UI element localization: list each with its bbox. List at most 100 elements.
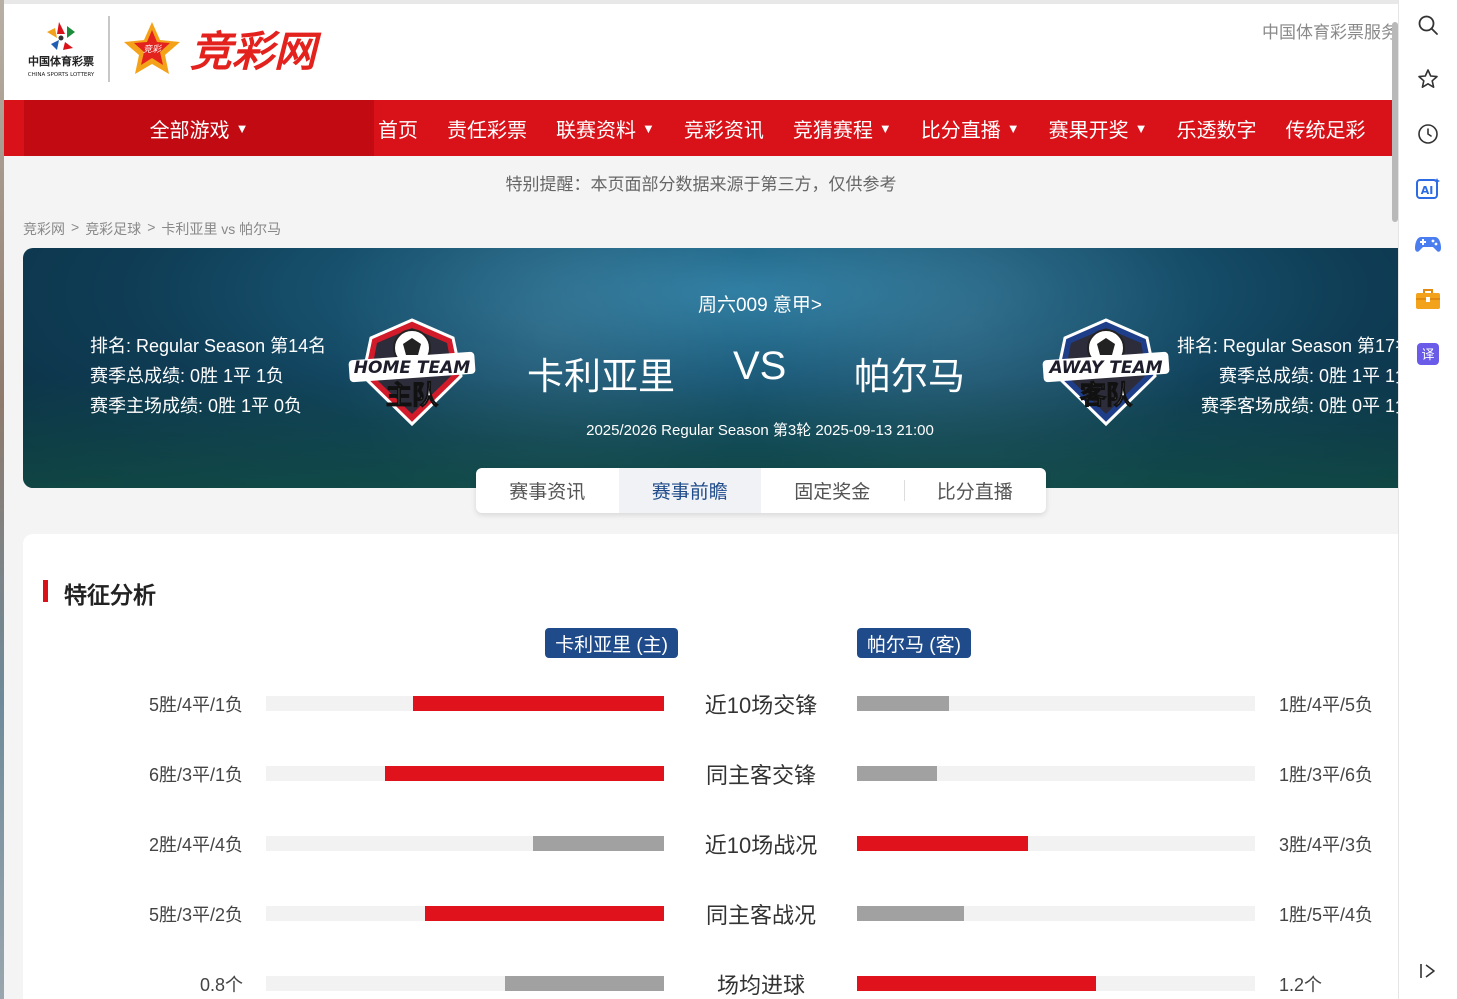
home-season-record: 赛季总成绩: 0胜 1平 1负 xyxy=(90,366,285,386)
away-venue-record: 赛季客场成绩: 0胜 0平 1负 xyxy=(1200,396,1398,416)
home-team-tag: 卡利亚里 (主) xyxy=(545,628,678,658)
home-venue-record: 赛季主场成绩: 0胜 1平 0负 xyxy=(90,396,303,416)
away-season-record: 赛季总成绩: 0胜 1平 1负 xyxy=(1218,366,1398,386)
away-stat-value: 1胜/3平/6负 xyxy=(1279,765,1374,785)
home-team-name[interactable]: 卡利亚里 xyxy=(527,346,675,400)
away-team-tag: 帕尔马 (客) xyxy=(857,628,971,658)
gamepad-icon[interactable] xyxy=(1413,229,1443,259)
breadcrumb-current: 卡利亚里 vs 帕尔马 xyxy=(161,221,282,237)
comparison-label: 场均进球 xyxy=(716,973,805,998)
nav-item-label: 首页 xyxy=(378,119,418,142)
svg-text:AI: AI xyxy=(1421,184,1434,197)
away-bar-track xyxy=(857,836,1255,851)
star-icon[interactable] xyxy=(1413,64,1443,94)
away-bar-fill xyxy=(857,836,1029,851)
away-stat-value: 3胜/4平/3负 xyxy=(1279,835,1374,855)
svg-text:AWAY TEAM: AWAY TEAM xyxy=(1047,358,1162,378)
nav-all-games[interactable]: 全部游戏 ▼ xyxy=(24,100,374,156)
comparison-row: 5胜/4平/1负 近10场交锋 1胜/4平/5负 xyxy=(23,688,1398,718)
home-team-badge: HOME TEAM 主队 xyxy=(348,318,476,427)
svg-text:HOME TEAM: HOME TEAM xyxy=(354,358,470,378)
logo-divider xyxy=(108,16,110,82)
chevron-down-icon: ▼ xyxy=(1006,120,1020,136)
page-scrollbar[interactable] xyxy=(1388,0,1398,999)
nav-item[interactable]: 联赛资料 ▼ xyxy=(556,114,655,143)
away-stat-value: 1胜/5平/4负 xyxy=(1279,905,1374,925)
china-sports-lottery-logo[interactable]: 中国体育彩票 CHINA SPORTS LOTTERY xyxy=(18,14,104,84)
clock-icon[interactable] xyxy=(1413,119,1443,149)
breadcrumb-home[interactable]: 竞彩网 xyxy=(23,219,65,239)
nav-item[interactable]: 竞猜赛程 ▼ xyxy=(793,114,892,143)
home-bar-fill xyxy=(532,836,664,851)
comparison-row: 0.8个 场均进球 1.2个 xyxy=(23,968,1398,998)
nav-all-games-label: 全部游戏 xyxy=(149,119,230,142)
main-nav: 全部游戏 ▼ 首页 责任彩票 联赛资料 ▼ 竞彩资讯 竞猜赛程 ▼ 比分直播 ▼ 赛果开奖 ▼ 乐透数… xyxy=(4,100,1398,156)
comparison-row: 6胜/3平/1负 同主客交锋 1胜/3平/6负 xyxy=(23,758,1398,788)
service-link[interactable]: 中国体育彩票服务 xyxy=(1262,18,1398,43)
away-bar-track xyxy=(857,766,1255,781)
translate-icon[interactable]: 译 xyxy=(1413,339,1443,369)
nav-item[interactable]: 首页 xyxy=(378,114,418,143)
home-bar-track xyxy=(266,976,664,991)
tab-4[interactable]: 比分直播 xyxy=(903,468,1047,513)
vs-label: VS xyxy=(733,344,787,388)
jingcai-site-logo[interactable]: 竞彩 竞彩网 xyxy=(122,18,358,78)
comparison-label: 近10场战况 xyxy=(704,833,818,858)
svg-text:客队: 客队 xyxy=(1080,380,1133,411)
chevron-down-icon: ▼ xyxy=(878,120,892,136)
home-bar-track xyxy=(266,906,664,921)
ai-icon[interactable]: AI xyxy=(1413,174,1443,204)
nav-item[interactable]: 乐透数字 xyxy=(1177,114,1257,143)
home-bar-track xyxy=(266,836,664,851)
tab-1[interactable]: 赛事资讯 xyxy=(476,468,619,513)
site-header: 中国体育彩票 CHINA SPORTS LOTTERY 竞彩 竞彩网 中国体育彩… xyxy=(4,0,1398,100)
page: 中国体育彩票 CHINA SPORTS LOTTERY 竞彩 竞彩网 中国体育彩… xyxy=(4,0,1398,999)
away-team-name[interactable]: 帕尔马 xyxy=(854,346,965,400)
nav-item-label: 责任彩票 xyxy=(447,119,527,142)
nav-item-label: 竞猜赛程 xyxy=(792,119,873,142)
tab-3[interactable]: 固定奖金 xyxy=(761,468,904,513)
browser-sidebar: AI 译 xyxy=(1398,0,1457,999)
nav-item[interactable]: 赛果开奖 ▼ xyxy=(1049,114,1148,143)
nav-item-label: 乐透数字 xyxy=(1176,119,1257,142)
home-stat-value: 5胜/4平/1负 xyxy=(148,695,243,715)
tab-2[interactable]: 赛事前瞻 xyxy=(618,468,761,513)
svg-text:主队: 主队 xyxy=(386,381,439,411)
briefcase-icon[interactable] xyxy=(1413,284,1443,314)
match-code-link[interactable]: 周六009 意甲> xyxy=(23,290,1398,317)
svg-text:译: 译 xyxy=(1421,348,1434,363)
chevron-down-icon: ▼ xyxy=(642,120,655,136)
match-tabs: 赛事资讯 赛事前瞻 固定奖金 比分直播 xyxy=(476,468,1046,513)
svg-text:竞彩: 竞彩 xyxy=(143,44,163,55)
match-banner: 周六009 意甲> 排名: Regular Season 第14名 赛季总成绩:… xyxy=(23,248,1398,488)
breadcrumb-football[interactable]: 竞彩足球 xyxy=(85,219,141,239)
chevron-down-icon: ▼ xyxy=(1134,120,1148,136)
nav-items: 首页 责任彩票 联赛资料 ▼ 竞彩资讯 竞猜赛程 ▼ 比分直播 ▼ 赛果开奖 ▼ 乐透数字 传统足彩 xyxy=(378,100,1395,156)
svg-text:竞彩网: 竞彩网 xyxy=(190,27,322,76)
home-bar-track xyxy=(266,766,664,781)
away-bar-fill xyxy=(857,906,965,921)
nav-item[interactable]: 传统足彩 xyxy=(1286,114,1366,143)
breadcrumb-separator: > xyxy=(147,219,156,235)
collapse-panel-icon[interactable] xyxy=(1413,956,1443,986)
home-bar-track xyxy=(266,696,664,711)
nav-item[interactable]: 比分直播 ▼ xyxy=(921,114,1020,143)
away-bar-fill xyxy=(857,696,949,711)
home-bar-fill xyxy=(385,766,664,781)
search-icon[interactable] xyxy=(1413,10,1443,40)
away-bar-track xyxy=(857,906,1255,921)
away-bar-track xyxy=(857,976,1255,991)
home-stat-value: 5胜/3平/2负 xyxy=(148,905,243,925)
notice-banner: 特别提醒：本页面部分数据来源于第三方，仅供参考 xyxy=(505,175,897,194)
nav-item-label: 比分直播 xyxy=(920,119,1001,142)
season-round-datetime: 2025/2026 Regular Season 第3轮 2025-09-13 … xyxy=(586,422,934,439)
home-rank: 排名: Regular Season 第14名 xyxy=(90,336,327,356)
chevron-down-icon: ▼ xyxy=(235,120,249,136)
away-stat-value: 1胜/4平/5负 xyxy=(1279,695,1374,715)
comparison-label: 同主客战况 xyxy=(705,903,816,928)
nav-item[interactable]: 竞彩资讯 xyxy=(684,114,764,143)
nav-item[interactable]: 责任彩票 xyxy=(447,114,527,143)
comparison-label: 近10场交锋 xyxy=(704,693,818,718)
away-stat-value: 1.2个 xyxy=(1279,975,1323,995)
home-stat-value: 2胜/4平/4负 xyxy=(148,835,243,855)
